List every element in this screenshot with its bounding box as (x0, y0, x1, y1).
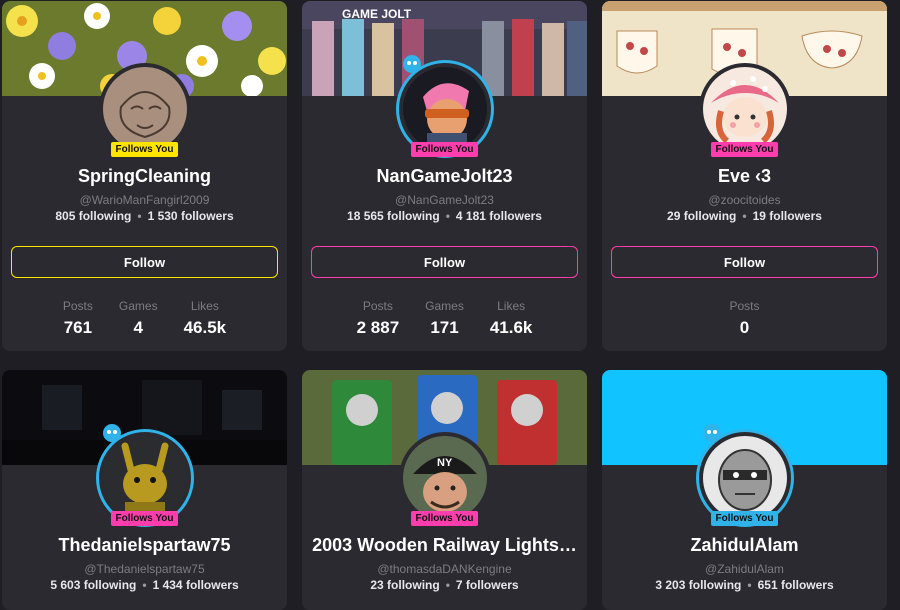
user-card[interactable]: NY Follows You 2003 Wooden Railway Light… (302, 370, 587, 610)
following-count[interactable]: 5 603 following (50, 578, 136, 592)
stat-label: Posts (362, 299, 393, 313)
stat-label: Likes (190, 299, 219, 313)
follow-counts: 18 565 following • 4 181 followers (302, 209, 587, 223)
follows-you-badge: Follows You (110, 142, 179, 157)
username-handle: @WarioManFangirl2009 (79, 193, 210, 207)
stat-value: 4 (133, 318, 143, 337)
follows-you-badge: Follows You (710, 511, 779, 526)
user-card[interactable]: Follows You Eve ‹3 @zoocitoides 29 follo… (602, 1, 887, 351)
separator-dot: • (445, 209, 450, 223)
following-count[interactable]: 18 565 following (347, 209, 440, 223)
followers-count[interactable]: 1 530 followers (148, 209, 234, 223)
display-name[interactable]: SpringCleaning (2, 166, 287, 187)
profile-stats: Posts 0 (602, 299, 887, 338)
follow-counts: 3 203 following • 651 followers (602, 578, 887, 592)
user-card[interactable]: GAME JOLT Follows You NanGameJolt23 @Nan… (302, 1, 587, 351)
separator-dot: • (747, 578, 752, 592)
separator-dot: • (142, 578, 147, 592)
display-name[interactable]: ZahidulAlam (602, 535, 887, 556)
stat-games[interactable]: Games 4 (119, 299, 158, 338)
following-count[interactable]: 3 203 following (655, 578, 741, 592)
cap-logo-text: NY (437, 457, 453, 469)
username-handle: @zoocitoides (708, 193, 781, 207)
followers-count[interactable]: 4 181 followers (456, 209, 542, 223)
profile-stats: Posts 2 887 Games 171 Likes 41.6k (302, 299, 587, 338)
display-name[interactable]: 2003 Wooden Railway Lights… (302, 535, 587, 556)
follow-counts: 5 603 following • 1 434 followers (2, 578, 287, 592)
stat-likes[interactable]: Likes 41.6k (490, 299, 533, 338)
following-count[interactable]: 23 following (370, 578, 439, 592)
user-card[interactable]: Follows You ZahidulAlam @ZahidulAlam 3 2… (602, 370, 887, 610)
separator-dot: • (742, 209, 747, 223)
stat-value: 761 (63, 318, 93, 337)
stat-value: 46.5k (183, 318, 227, 337)
stat-likes[interactable]: Likes 46.5k (184, 299, 227, 338)
stat-posts[interactable]: Posts 761 (63, 299, 93, 338)
user-card[interactable]: Follows You Thedanielspartaw75 @Thedanie… (2, 370, 287, 610)
follow-counts: 23 following • 7 followers (302, 578, 587, 592)
follow-counts: 29 following • 19 followers (602, 209, 887, 223)
followers-count[interactable]: 1 434 followers (153, 578, 239, 592)
follow-counts: 805 following • 1 530 followers (2, 209, 287, 223)
follow-button[interactable]: Follow (611, 246, 878, 278)
avatar[interactable] (402, 67, 487, 151)
separator-dot: • (137, 209, 142, 223)
stat-label: Posts (62, 299, 93, 313)
display-name[interactable]: NanGameJolt23 (302, 166, 587, 187)
follows-you-badge: Follows You (710, 142, 779, 157)
avatar[interactable]: NY (402, 436, 487, 520)
following-count[interactable]: 29 following (667, 209, 736, 223)
username-handle: @NanGameJolt23 (395, 193, 494, 207)
username-handle: @thomasdaDANKengine (377, 562, 512, 576)
followers-count[interactable]: 651 followers (758, 578, 834, 592)
avatar[interactable] (702, 436, 787, 520)
stat-label: Likes (497, 299, 526, 313)
stat-label: Posts (729, 299, 760, 313)
follow-button[interactable]: Follow (11, 246, 278, 278)
stat-value: 171 (430, 318, 459, 337)
followers-count[interactable]: 7 followers (456, 578, 519, 592)
profile-stats: Posts 761 Games 4 Likes 46.5k (2, 299, 287, 338)
avatar[interactable] (102, 67, 187, 151)
stat-value: 0 (739, 318, 750, 337)
follows-you-badge: Follows You (110, 511, 179, 526)
stat-games[interactable]: Games 171 (425, 299, 464, 338)
follows-you-badge: Follows You (410, 511, 479, 526)
banner-title: GAME JOLT (342, 7, 412, 21)
avatar[interactable] (702, 67, 787, 151)
stat-posts[interactable]: Posts 0 (729, 299, 759, 338)
stat-label: Games (425, 299, 464, 313)
username-handle: @ZahidulAlam (705, 562, 784, 576)
avatar[interactable] (102, 436, 187, 520)
display-name[interactable]: Thedanielspartaw75 (2, 535, 287, 556)
stat-label: Games (118, 299, 158, 313)
username-handle: @Thedanielspartaw75 (84, 562, 205, 576)
display-name[interactable]: Eve ‹3 (602, 166, 887, 187)
following-count[interactable]: 805 following (55, 209, 131, 223)
stat-value: 41.6k (489, 318, 533, 337)
separator-dot: • (445, 578, 450, 592)
stat-posts[interactable]: Posts 2 887 (357, 299, 400, 338)
follows-you-badge: Follows You (410, 142, 479, 157)
user-card[interactable]: Follows You SpringCleaning @WarioManFang… (2, 1, 287, 351)
followers-count[interactable]: 19 followers (753, 209, 822, 223)
follow-button[interactable]: Follow (311, 246, 578, 278)
stat-value: 2 887 (356, 318, 400, 337)
